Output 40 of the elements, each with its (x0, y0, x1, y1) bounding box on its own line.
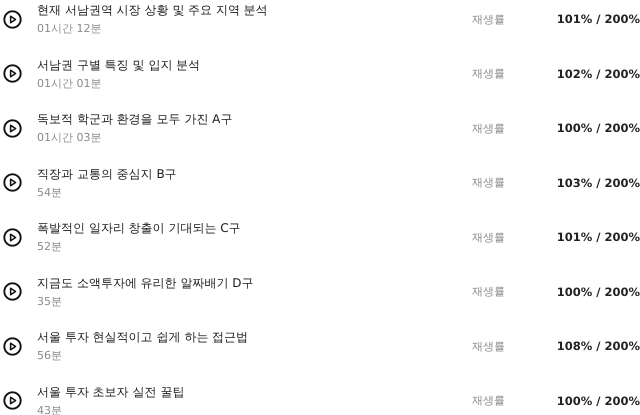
lecture-title[interactable]: 서울 투자 현실적이고 쉽게 하는 접근법 (37, 329, 472, 346)
lecture-duration: 43분 (37, 402, 63, 415)
playback-rate: 100% / 200% (556, 284, 640, 299)
lecture-duration: 01시간 03분 (37, 130, 102, 146)
lecture-title[interactable]: 직장과 교통의 중심지 B구 (37, 166, 472, 183)
lecture-title[interactable]: 지금도 소액투자에 유리한 알짜배기 D구 (37, 274, 472, 292)
playback-rate-label: 재생률 (472, 338, 506, 354)
lecture-duration: 01시간 01분 (37, 76, 102, 91)
lecture-title[interactable]: 서울 투자 초보자 실전 꿀팁 (37, 384, 472, 401)
lecture-title[interactable]: 현재 서남권역 시장 상황 및 주요 지역 분석 (37, 2, 472, 20)
play-icon[interactable] (3, 173, 22, 192)
play-icon[interactable] (3, 336, 22, 356)
playback-rate-label: 재생률 (472, 393, 506, 408)
lecture-title[interactable]: 독보적 학군과 환경을 모두 가진 A구 (37, 111, 472, 128)
playback-rate: 108% / 200% (556, 339, 640, 354)
lecture-title[interactable]: 폭발적인 일자리 창출이 기대되는 C구 (37, 220, 472, 238)
play-icon[interactable] (3, 282, 22, 302)
lecture-duration: 35분 (37, 294, 63, 309)
playback-rate: 100% / 200% (556, 394, 640, 408)
play-icon[interactable] (3, 10, 22, 29)
playback-rate-label: 재생률 (472, 12, 506, 27)
playback-rate: 101% / 200% (556, 230, 640, 244)
lecture-duration: 52분 (37, 239, 63, 254)
playback-rate: 101% / 200% (556, 12, 640, 26)
play-icon[interactable] (3, 118, 22, 138)
play-icon[interactable] (3, 228, 22, 247)
playback-rate: 103% / 200% (556, 176, 640, 190)
play-icon[interactable] (3, 64, 22, 84)
lecture-title[interactable]: 서남권 구별 특징 및 입지 분석 (37, 56, 472, 74)
lecture-duration: 54분 (37, 184, 63, 200)
lecture-duration: 56분 (37, 348, 63, 364)
playback-rate: 102% / 200% (556, 66, 640, 81)
playback-rate-label: 재생률 (472, 175, 506, 190)
playback-rate-label: 재생률 (472, 230, 506, 245)
playback-rate-label: 재생률 (472, 66, 506, 82)
lecture-duration: 01시간 12분 (37, 21, 102, 36)
play-icon[interactable] (3, 391, 22, 410)
playback-rate: 100% / 200% (556, 121, 640, 136)
playback-rate-label: 재생률 (472, 284, 506, 300)
playback-rate-label: 재생률 (472, 120, 506, 136)
